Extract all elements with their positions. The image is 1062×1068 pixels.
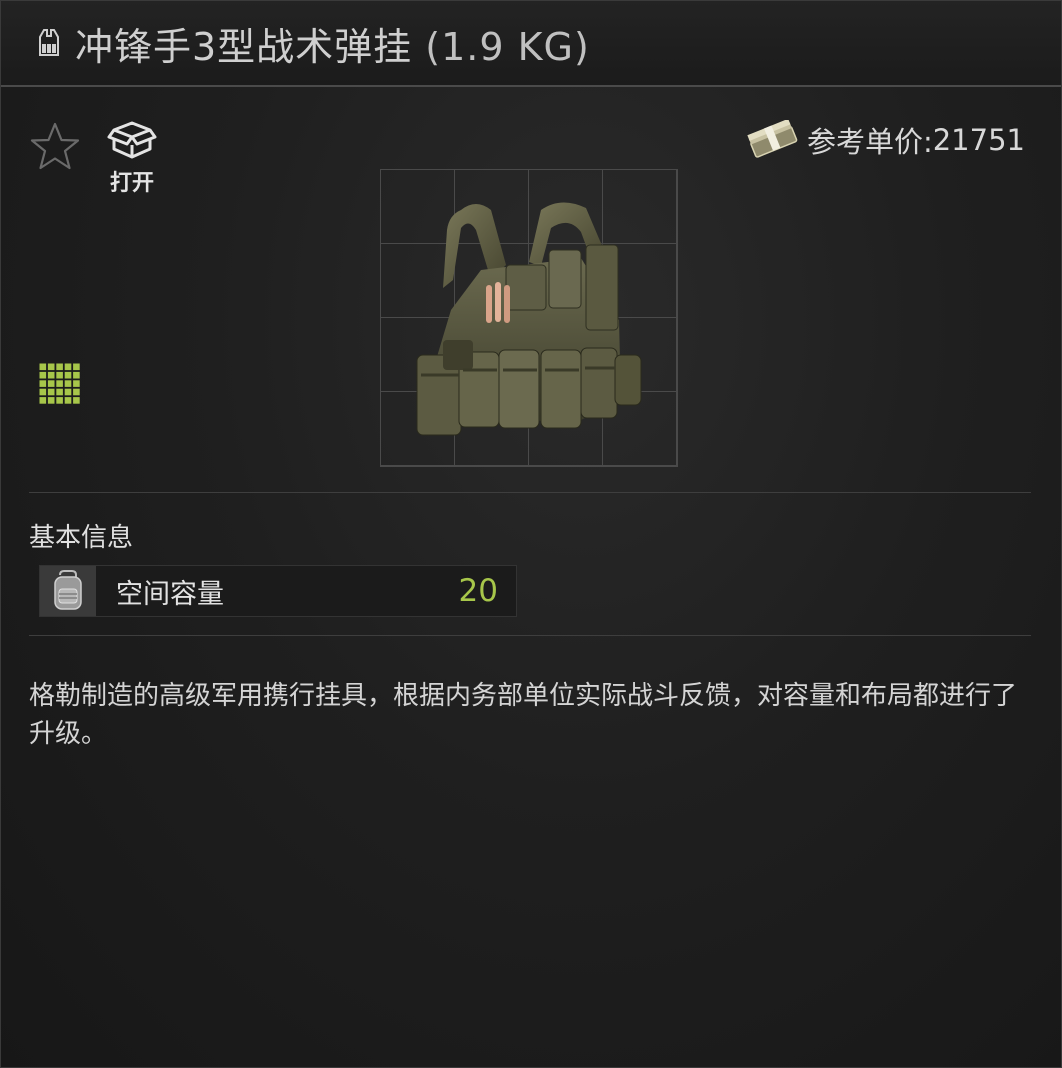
stat-label: 空间容量	[116, 578, 224, 610]
grid-cell	[39, 388, 47, 396]
grid-cell	[56, 388, 63, 396]
basic-info-title: 基本信息	[29, 523, 134, 553]
open-label: 打开	[109, 171, 154, 196]
grid-cell	[56, 397, 63, 404]
grid-cell	[73, 380, 80, 387]
grid-cell	[73, 397, 80, 404]
grid-cell	[39, 371, 47, 379]
grid-cell	[47, 397, 55, 404]
open-button[interactable]: 打开	[101, 119, 163, 196]
rig-icon	[31, 25, 67, 61]
grid-cell	[47, 363, 55, 371]
stat-row-capacity: 空间容量 20	[39, 565, 517, 617]
grid-cell	[39, 380, 47, 387]
stat-value: 20	[458, 573, 498, 609]
grid-cell	[73, 371, 80, 379]
item-description: 格勒制造的高级军用携行挂具，根据内务部单位实际战斗反馈，对容量和布局都进行了升级…	[29, 681, 1018, 749]
reference-price: 参考单价: 21751	[747, 117, 1025, 163]
grid-cell	[47, 371, 55, 379]
grid-cell	[64, 371, 72, 379]
grid-cell	[56, 371, 63, 379]
grid-cell	[56, 380, 63, 387]
grid-cell	[39, 397, 47, 404]
item-name: 冲锋手3型战术弹挂	[75, 24, 413, 69]
item-inspect-window: 冲锋手3型战术弹挂 (1.9 KG) 打开 参考单价: 21751 基本信息 空…	[0, 0, 1062, 1068]
grid-icon[interactable]	[39, 363, 81, 405]
grid-cell	[64, 388, 72, 396]
grid-cell	[64, 363, 72, 371]
grid-cell	[56, 363, 63, 371]
grid-cell	[73, 363, 80, 371]
grid-cell	[39, 363, 47, 371]
tactical-rig-image	[416, 202, 642, 436]
money-icon	[747, 120, 798, 158]
grid-cell	[47, 388, 55, 396]
grid-cell	[64, 397, 72, 404]
price-value: 21751	[932, 123, 1025, 157]
title-bar[interactable]: 冲锋手3型战术弹挂 (1.9 KG)	[1, 1, 1061, 87]
star-icon[interactable]	[29, 121, 81, 173]
grid-cell	[47, 380, 55, 387]
divider-bottom	[29, 635, 1031, 636]
open-box-icon	[107, 121, 157, 159]
divider-top	[29, 492, 1031, 493]
item-weight: (1.9 KG)	[412, 24, 590, 69]
price-label: 参考单价:	[806, 125, 933, 159]
backpack-icon	[40, 566, 96, 616]
item-image-frame	[380, 169, 678, 467]
grid-cell	[73, 388, 80, 396]
window-title: 冲锋手3型战术弹挂 (1.9 KG)	[75, 16, 590, 71]
grid-cell	[64, 380, 72, 387]
